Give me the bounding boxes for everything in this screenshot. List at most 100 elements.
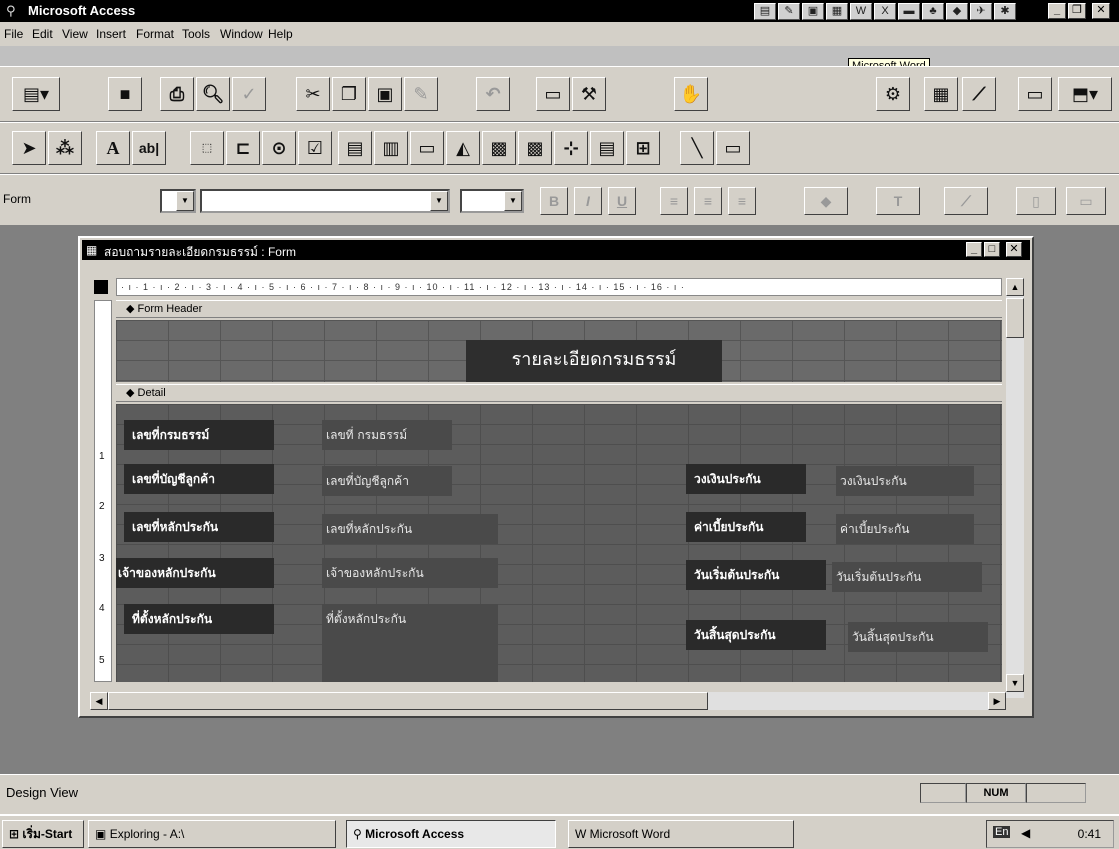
office-shortcut-icon[interactable]: ✈ xyxy=(970,3,992,20)
clock[interactable]: 0:41 xyxy=(1078,827,1101,841)
form-header-section-bar[interactable]: ◆ Form Header xyxy=(116,300,1002,318)
undo-icon[interactable]: ↶ xyxy=(476,77,510,111)
database-window-icon[interactable]: ⟋ xyxy=(962,77,996,111)
textbox-tool-icon[interactable]: ab| xyxy=(132,131,166,165)
start-date-label[interactable]: วันเริ่มต้นประกัน xyxy=(686,560,826,590)
end-date-label[interactable]: วันสิ้นสุดประกัน xyxy=(686,620,826,650)
menu-edit[interactable]: Edit xyxy=(32,27,53,41)
menu-tools[interactable]: Tools xyxy=(182,27,210,41)
italic-icon[interactable]: I xyxy=(574,187,602,215)
policy-no-label[interactable]: เลขที่กรมธรรม์ xyxy=(124,420,274,450)
start-button[interactable]: ⊞ เริ่ม-Start xyxy=(2,820,84,848)
object-combo[interactable]: ▼ xyxy=(160,189,196,213)
combo-box-icon[interactable]: ▤ xyxy=(338,131,372,165)
restore-button[interactable]: ❐ xyxy=(1068,3,1086,19)
collateral-location-field[interactable]: ที่ตั้งหลักประกัน xyxy=(322,604,498,682)
align-right-icon[interactable]: ≡ xyxy=(728,187,756,215)
collateral-owner-label[interactable]: เจ้าของหลักประกัน xyxy=(116,558,274,588)
chevron-down-icon[interactable]: ▼ xyxy=(176,191,194,211)
unbound-frame-icon[interactable]: ▩ xyxy=(482,131,516,165)
minimize-button[interactable]: _ xyxy=(966,242,982,257)
collateral-no-label[interactable]: เลขที่หลักประกัน xyxy=(124,512,274,542)
office-shortcut-icon[interactable]: ♣ xyxy=(922,3,944,20)
subform-icon[interactable]: ⊞ xyxy=(626,131,660,165)
office-shortcut-icon[interactable]: ▣ xyxy=(802,3,824,20)
speaker-icon[interactable]: ◀ xyxy=(1021,826,1030,840)
label-tool-icon[interactable]: A xyxy=(96,131,130,165)
line-tool-icon[interactable]: ╲ xyxy=(680,131,714,165)
form-window-titlebar[interactable]: ▦ สอบถามรายละเอียดกรมธรรม์ : Form _ □ ✕ xyxy=(82,240,1030,260)
coverage-amount-field[interactable]: วงเงินประกัน xyxy=(836,466,974,496)
customer-account-field[interactable]: เลขที่บัญชีลูกค้า xyxy=(322,466,452,496)
powerpoint-shortcut-icon[interactable]: ▬ xyxy=(898,3,920,20)
code-icon[interactable]: ▦ xyxy=(924,77,958,111)
view-button[interactable]: ▤▾ xyxy=(12,77,60,111)
toolbox-icon[interactable]: ⚒ xyxy=(572,77,606,111)
form-heading-label[interactable]: รายละเอียดกรมธรรม์ xyxy=(466,340,722,382)
scroll-thumb[interactable] xyxy=(1006,298,1024,338)
menu-view[interactable]: View xyxy=(62,27,88,41)
list-box-icon[interactable]: ▥ xyxy=(374,131,408,165)
office-shortcut-icon[interactable]: ▤ xyxy=(754,3,776,20)
cut-icon[interactable]: ✂ xyxy=(296,77,330,111)
print-icon[interactable]: ⎙ xyxy=(160,77,194,111)
detail-grid[interactable]: เลขที่กรมธรรม์ เลขที่ กรมธรรม์ เลขที่บัญ… xyxy=(116,404,1002,682)
scroll-down-icon[interactable]: ▼ xyxy=(1006,674,1024,692)
font-combo[interactable]: ▼ xyxy=(200,189,450,213)
chevron-down-icon[interactable]: ▼ xyxy=(430,191,448,211)
bold-icon[interactable]: B xyxy=(540,187,568,215)
font-color-icon[interactable]: T xyxy=(876,187,920,215)
scroll-up-icon[interactable]: ▲ xyxy=(1006,278,1024,296)
scroll-thumb[interactable] xyxy=(108,692,708,710)
format-painter-icon[interactable]: ✎ xyxy=(404,77,438,111)
start-date-field[interactable]: วันเริ่มต้นประกัน xyxy=(832,562,982,592)
horizontal-scrollbar[interactable]: ◀ ▶ xyxy=(90,692,1006,710)
scroll-right-icon[interactable]: ▶ xyxy=(988,692,1006,710)
spelling-icon[interactable]: ✓ xyxy=(232,77,266,111)
line-width-icon[interactable]: ▯ xyxy=(1016,187,1056,215)
toggle-button-icon[interactable]: ⊏ xyxy=(226,131,260,165)
chevron-down-icon[interactable]: ▼ xyxy=(504,191,522,211)
tab-control-icon[interactable]: ▤ xyxy=(590,131,624,165)
task-microsoft-access[interactable]: ⚲ Microsoft Access xyxy=(346,820,556,848)
collateral-location-label[interactable]: ที่ตั้งหลักประกัน xyxy=(124,604,274,634)
align-left-icon[interactable]: ≡ xyxy=(660,187,688,215)
option-button-icon[interactable]: ⊙ xyxy=(262,131,296,165)
command-button-icon[interactable]: ▭ xyxy=(410,131,444,165)
rectangle-tool-icon[interactable]: ▭ xyxy=(716,131,750,165)
detail-section-bar[interactable]: ◆ Detail xyxy=(116,384,1002,402)
minimize-button[interactable]: _ xyxy=(1048,3,1066,19)
office-shortcut-icon[interactable]: ◆ xyxy=(946,3,968,20)
vertical-ruler[interactable]: 1 2 3 4 5 xyxy=(94,300,112,682)
office-links-icon[interactable]: ⬒▾ xyxy=(1058,77,1112,111)
select-objects-icon[interactable]: ➤ xyxy=(12,131,46,165)
word-shortcut-icon[interactable]: W xyxy=(850,3,872,20)
control-wizards-icon[interactable]: ⁂ xyxy=(48,131,82,165)
print-preview-icon[interactable]: 🔍︎ xyxy=(196,77,230,111)
menu-file[interactable]: File xyxy=(4,27,23,41)
menu-insert[interactable]: Insert xyxy=(96,27,126,41)
menu-format[interactable]: Format xyxy=(136,27,174,41)
menu-help[interactable]: Help xyxy=(268,27,293,41)
language-indicator-icon[interactable]: En xyxy=(993,826,1011,838)
option-group-icon[interactable]: ⬚ xyxy=(190,131,224,165)
horizontal-ruler[interactable]: · ı · 1 · ı · 2 · ı · 3 · ı · 4 · ı · 5 … xyxy=(116,278,1002,296)
paste-icon[interactable]: ▣ xyxy=(368,77,402,111)
special-effect-icon[interactable]: ▭ xyxy=(1066,187,1106,215)
end-date-field[interactable]: วันสิ้นสุดประกัน xyxy=(848,622,988,652)
menu-window[interactable]: Window xyxy=(220,27,263,41)
office-shortcut-icon[interactable]: ▦ xyxy=(826,3,848,20)
image-tool-icon[interactable]: ◭ xyxy=(446,131,480,165)
bound-frame-icon[interactable]: ▩ xyxy=(518,131,552,165)
premium-label[interactable]: ค่าเบี้ยประกัน xyxy=(686,512,806,542)
collateral-owner-field[interactable]: เจ้าของหลักประกัน xyxy=(322,558,498,588)
build-icon[interactable]: ⚙ xyxy=(876,77,910,111)
page-break-icon[interactable]: ⊹ xyxy=(554,131,588,165)
vertical-scrollbar[interactable]: ▲ ▼ xyxy=(1006,278,1024,698)
align-center-icon[interactable]: ≡ xyxy=(694,187,722,215)
field-list-icon[interactable]: ▭ xyxy=(536,77,570,111)
fill-color-icon[interactable]: ◆ xyxy=(804,187,848,215)
premium-field[interactable]: ค่าเบี้ยประกัน xyxy=(836,514,974,544)
office-shortcut-icon[interactable]: ✱ xyxy=(994,3,1016,20)
size-combo[interactable]: ▼ xyxy=(460,189,524,213)
